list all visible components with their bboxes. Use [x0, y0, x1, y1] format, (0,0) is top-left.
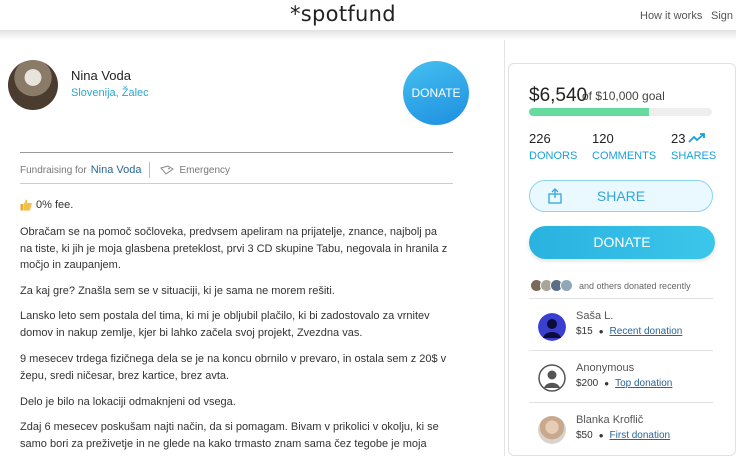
- donation-card: [508, 63, 736, 456]
- comments-label[interactable]: COMMENTS: [592, 150, 656, 162]
- recent-donors-row: and others donated recently: [530, 279, 691, 292]
- donate-button[interactable]: DONATE: [529, 226, 715, 259]
- donation-tag-link[interactable]: Recent donation: [610, 326, 683, 337]
- shares-label[interactable]: SHARES: [671, 150, 716, 162]
- tag-icon: [160, 165, 175, 175]
- donor-detail: $50 ● First donation: [576, 430, 670, 441]
- anonymous-user-icon: [538, 364, 566, 392]
- share-label: SHARE: [596, 188, 646, 204]
- trending-up-icon: [688, 133, 705, 143]
- divider: [529, 402, 713, 403]
- amount-raised: $6,540: [529, 85, 588, 106]
- fee-row: 0% fee.: [20, 199, 73, 211]
- donor-name: Anonymous: [576, 362, 635, 374]
- share-button[interactable]: SHARE: [529, 180, 713, 212]
- divider: [20, 183, 453, 184]
- donors-label[interactable]: DONORS: [529, 150, 577, 162]
- spotfund-logo[interactable]: *spotfund: [290, 2, 396, 26]
- top-header: *spotfund How it works Sign in: [0, 0, 736, 34]
- story-paragraph: Obračam se na pomoč sočloveka, predvsem …: [20, 226, 448, 271]
- header-shadow: [0, 30, 736, 40]
- donation-tag-link[interactable]: Top donation: [615, 378, 672, 389]
- donor-name: Blanka Kroflič: [576, 414, 644, 426]
- fundraising-for-link[interactable]: Nina Voda: [91, 164, 142, 176]
- donor-photo-avatar: [538, 416, 566, 444]
- divider: [529, 298, 713, 299]
- bullet: ●: [604, 379, 610, 388]
- bullet: ●: [598, 327, 604, 336]
- story-paragraph: Delo je bilo na lokaciji odmaknjeni od v…: [20, 396, 236, 408]
- donate-circle-button[interactable]: DONATE: [403, 61, 469, 125]
- donation-tag-link[interactable]: First donation: [610, 430, 671, 441]
- donors-count: 226: [529, 131, 551, 146]
- user-avatar-icon: [538, 313, 566, 341]
- story-paragraph: Za kaj gre? Znašla sem se v situaciji, k…: [20, 285, 335, 297]
- nav-how-it-works[interactable]: How it works: [640, 10, 702, 22]
- donor-mini-avatar: [560, 279, 573, 292]
- fundraising-for-row: Fundraising for Nina Voda Emergency: [20, 162, 230, 178]
- category-label[interactable]: Emergency: [179, 165, 230, 176]
- donor-detail: $200 ● Top donation: [576, 378, 672, 389]
- donor-amount: $15: [576, 326, 593, 337]
- divider: [529, 350, 713, 351]
- thumbs-up-icon: [20, 199, 32, 211]
- shares-count: 23: [671, 131, 686, 146]
- story-paragraph: 9 mesecev trdega fizičnega dela se je na…: [20, 353, 447, 382]
- story-paragraph: Zdaj 6 mesecev poskušam najti način, da …: [20, 421, 439, 450]
- goal-text: of $10,000 goal: [582, 89, 665, 103]
- comments-count: 120: [592, 131, 614, 146]
- organizer-location[interactable]: Slovenija, Žalec: [71, 87, 149, 99]
- recent-donors-text: and others donated recently: [579, 280, 691, 291]
- divider: [20, 152, 453, 153]
- progress-fill: [529, 108, 649, 116]
- organizer-name: Nina Voda: [71, 68, 131, 83]
- donor-detail: $15 ● Recent donation: [576, 326, 682, 337]
- donor-name: Saša L.: [576, 310, 614, 322]
- organizer-avatar: [8, 60, 58, 110]
- donor-amount: $50: [576, 430, 593, 441]
- bullet: ●: [598, 431, 604, 440]
- story-paragraph: Lansko leto sem postala del tima, ki mi …: [20, 310, 430, 339]
- separator: [149, 162, 151, 178]
- nav-sign-in[interactable]: Sign in: [711, 10, 736, 22]
- progress-bar: [529, 108, 712, 116]
- fee-text: 0% fee.: [36, 199, 74, 211]
- share-icon: [548, 188, 562, 204]
- donor-amount: $200: [576, 378, 599, 389]
- fundraising-for-label: Fundraising for: [20, 164, 87, 176]
